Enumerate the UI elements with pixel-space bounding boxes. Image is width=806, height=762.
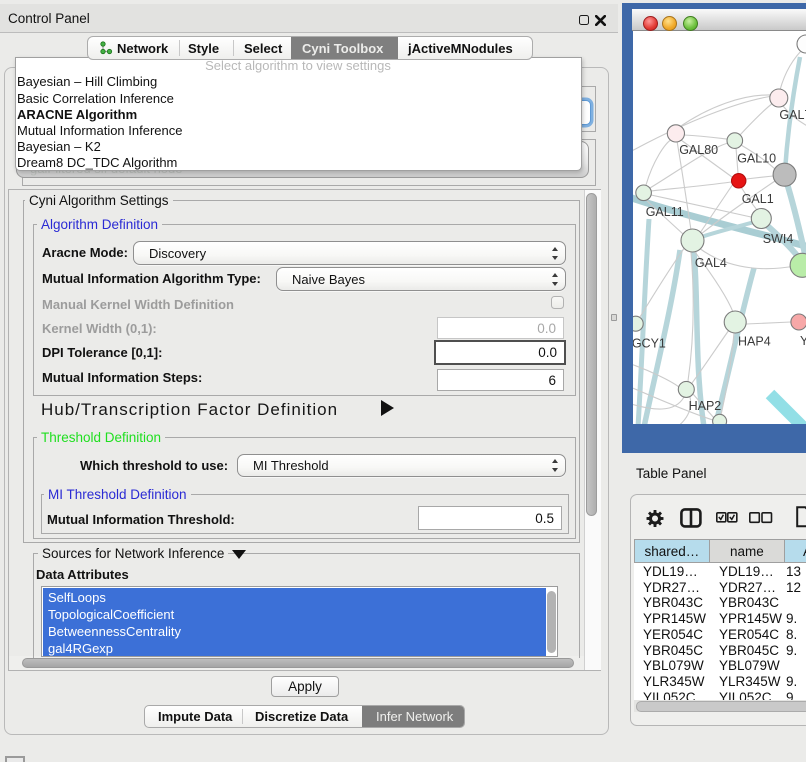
svg-text:HAP2: HAP2 <box>689 399 722 413</box>
svg-text:GAL4: GAL4 <box>695 256 727 270</box>
svg-text:GAL1: GAL1 <box>742 192 774 206</box>
svg-text:Y: Y <box>800 334 806 348</box>
svg-text:GAL7: GAL7 <box>779 108 806 122</box>
svg-text:GCY1: GCY1 <box>633 336 666 350</box>
svg-text:HAP4: HAP4 <box>738 335 771 349</box>
svg-text:GAL11: GAL11 <box>646 205 684 219</box>
svg-text:GAL10: GAL10 <box>737 151 776 165</box>
svg-text:GAL80: GAL80 <box>679 143 718 157</box>
svg-text:SWI4: SWI4 <box>763 232 794 246</box>
